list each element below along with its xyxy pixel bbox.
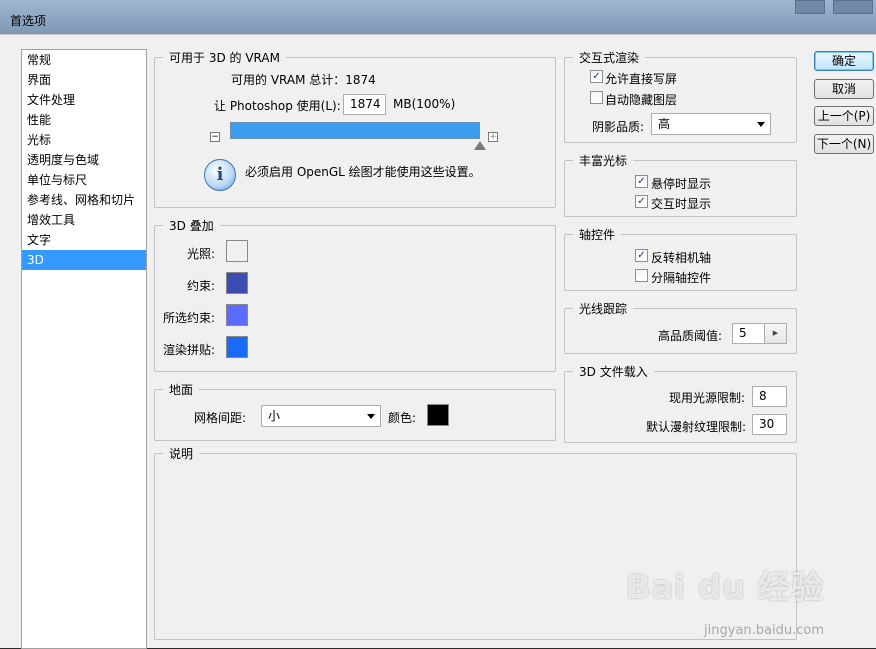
overlay-selected-constraint-swatch[interactable]	[226, 304, 248, 326]
grid-spacing-select[interactable]: 小	[261, 405, 381, 427]
invert-camera-axis-label: 反转相机轴	[651, 251, 712, 265]
vram-use-label: 让 Photoshop 使用(L):	[214, 99, 341, 113]
overlay-lights-swatch[interactable]	[226, 240, 248, 262]
show-on-hover-checkbox[interactable]: ✓	[635, 175, 648, 188]
close-button[interactable]	[833, 0, 873, 14]
prev-button[interactable]: 上一个(P)	[814, 106, 874, 126]
vram-slider-thumb[interactable]	[474, 141, 486, 150]
grid-spacing-value: 小	[268, 409, 281, 423]
next-button[interactable]: 下一个(N)	[814, 134, 874, 154]
overlay-lights-label: 光照:	[187, 247, 216, 261]
ray-tracing-legend: 光线跟踪	[573, 300, 634, 317]
category-plugins[interactable]: 增效工具	[22, 210, 146, 230]
light-limit-label: 现用光源限制:	[669, 391, 746, 405]
baidu-logo-watermark: Bai du 经验	[626, 568, 824, 606]
minimize-button[interactable]	[795, 0, 825, 14]
quality-threshold-label: 高品质阈值:	[658, 329, 723, 343]
chevron-down-icon	[757, 122, 765, 127]
window-title: 首选项	[10, 14, 47, 28]
file-load-legend: 3D 文件载入	[573, 363, 654, 380]
opengl-info-text: 必须启用 OpenGL 绘图才能使用这些设置。	[245, 165, 481, 179]
ground-color-swatch[interactable]	[427, 404, 449, 426]
rich-cursor-legend: 丰富光标	[573, 152, 634, 169]
overlay-render-tiles-swatch[interactable]	[226, 336, 248, 358]
overlay-constraint-label: 约束:	[187, 279, 216, 293]
shadow-quality-value: 高	[658, 117, 671, 131]
overlay-constraint-swatch[interactable]	[226, 272, 248, 294]
category-cursors[interactable]: 光标	[22, 130, 146, 150]
texture-limit-input[interactable]: 30	[752, 414, 787, 435]
category-general[interactable]: 常规	[22, 50, 146, 70]
description-legend: 说明	[163, 445, 200, 462]
preferences-window: 首选项 常规 界面 文件处理 性能 光标 透明度与色域 单位与标尺 参考线、网格…	[0, 0, 876, 649]
allow-direct-write-label: 允许直接写屏	[605, 72, 678, 86]
overlay-legend: 3D 叠加	[163, 217, 220, 234]
interactive-rendering-legend: 交互式渲染	[573, 49, 646, 66]
threshold-arrow-icon[interactable]: ▶	[765, 323, 787, 344]
show-on-interact-label: 交互时显示	[651, 197, 712, 211]
auto-hide-layers-checkbox[interactable]	[590, 91, 603, 104]
category-list[interactable]: 常规 界面 文件处理 性能 光标 透明度与色域 单位与标尺 参考线、网格和切片 …	[21, 49, 147, 649]
category-guides[interactable]: 参考线、网格和切片	[22, 190, 146, 210]
vram-legend: 可用于 3D 的 VRAM	[163, 49, 286, 66]
allow-direct-write-checkbox[interactable]: ✓	[590, 70, 603, 83]
watermark-url: jingyan.baidu.com	[704, 623, 824, 638]
separate-axis-label: 分隔轴控件	[651, 271, 712, 285]
category-type[interactable]: 文字	[22, 230, 146, 250]
axis-control-legend: 轴控件	[573, 226, 622, 243]
cancel-button[interactable]: 取消	[814, 79, 874, 99]
vram-total-text: 可用的 VRAM 总计：1874	[231, 73, 376, 87]
texture-limit-label: 默认漫射纹理限制:	[646, 420, 747, 434]
shadow-quality-label: 阴影品质:	[592, 120, 645, 134]
auto-hide-layers-label: 自动隐藏图层	[605, 93, 678, 107]
show-on-interact-checkbox[interactable]: ✓	[635, 195, 648, 208]
slider-min-icon[interactable]: −	[210, 132, 220, 142]
category-transparency[interactable]: 透明度与色域	[22, 150, 146, 170]
light-limit-input[interactable]: 8	[752, 386, 787, 407]
vram-slider[interactable]	[230, 122, 480, 139]
slider-max-icon[interactable]: +	[488, 132, 498, 142]
dialog-client: 常规 界面 文件处理 性能 光标 透明度与色域 单位与标尺 参考线、网格和切片 …	[0, 34, 876, 649]
overlay-selected-constraint-label: 所选约束:	[163, 311, 216, 325]
grid-spacing-label: 网格间距:	[194, 411, 247, 425]
description-group: 说明	[154, 445, 797, 640]
show-on-hover-label: 悬停时显示	[651, 177, 712, 191]
chevron-down-icon	[367, 414, 375, 419]
ground-legend: 地面	[163, 381, 200, 398]
category-units[interactable]: 单位与标尺	[22, 170, 146, 190]
ground-color-label: 颜色:	[388, 411, 417, 425]
shadow-quality-select[interactable]: 高	[651, 113, 771, 135]
invert-camera-axis-checkbox[interactable]: ✓	[635, 249, 648, 262]
info-icon: i	[204, 159, 236, 191]
separate-axis-checkbox[interactable]	[635, 269, 648, 282]
quality-threshold-input[interactable]: 5	[732, 323, 765, 344]
ok-button[interactable]: 确定	[814, 51, 874, 71]
category-3d[interactable]: 3D	[22, 250, 146, 270]
vram-unit-text: MB(100%)	[393, 97, 456, 111]
category-interface[interactable]: 界面	[22, 70, 146, 90]
vram-use-input[interactable]: 1874	[343, 94, 386, 115]
category-file-handling[interactable]: 文件处理	[22, 90, 146, 110]
title-bar: 首选项	[0, 0, 876, 34]
category-performance[interactable]: 性能	[22, 110, 146, 130]
overlay-render-tiles-label: 渲染拼贴:	[163, 343, 216, 357]
